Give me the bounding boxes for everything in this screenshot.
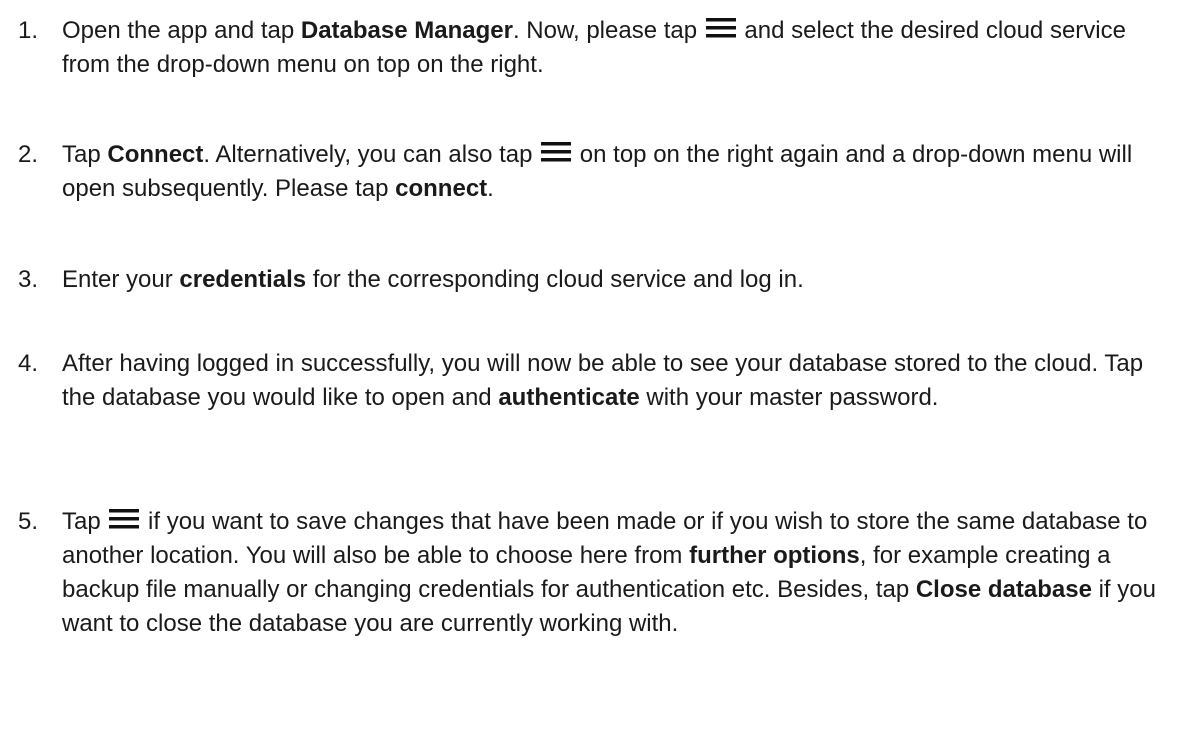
step-number: 4. bbox=[18, 350, 39, 377]
emphasis: Connect bbox=[107, 141, 204, 168]
step-number: 3. bbox=[18, 266, 39, 293]
step-text: Enter your credentials for the correspon… bbox=[62, 266, 804, 293]
emphasis: Close database bbox=[915, 576, 1092, 603]
emphasis: authenticate bbox=[498, 384, 640, 411]
step-3: 3. Enter your credentials for the corres… bbox=[0, 263, 1180, 297]
step-number: 2. bbox=[18, 141, 39, 168]
step-text: Tap if you want to save changes that hav… bbox=[62, 508, 1156, 637]
step-number: 1. bbox=[18, 17, 39, 44]
emphasis: further options bbox=[689, 542, 860, 569]
emphasis: connect bbox=[395, 175, 488, 202]
step-text: Open the app and tap Database Manager. N… bbox=[62, 17, 1126, 78]
step-number: 5. bbox=[18, 508, 39, 535]
step-text: Tap Connect. Alternatively, you can also… bbox=[62, 141, 1133, 202]
step-5: 5. Tap if you want to save changes that … bbox=[0, 505, 1180, 641]
emphasis: Database Manager bbox=[300, 17, 513, 44]
emphasis: credentials bbox=[179, 266, 307, 293]
step-text: After having logged in successfully, you… bbox=[62, 350, 1144, 411]
hamburger-menu-icon bbox=[705, 18, 736, 38]
step-4: 4. After having logged in successfully, … bbox=[0, 347, 1180, 415]
step-2: 2. Tap Connect. Alternatively, you can a… bbox=[0, 138, 1180, 206]
hamburger-menu-icon bbox=[109, 509, 140, 529]
step-1: 1. Open the app and tap Database Manager… bbox=[0, 14, 1180, 82]
hamburger-menu-icon bbox=[541, 142, 572, 162]
